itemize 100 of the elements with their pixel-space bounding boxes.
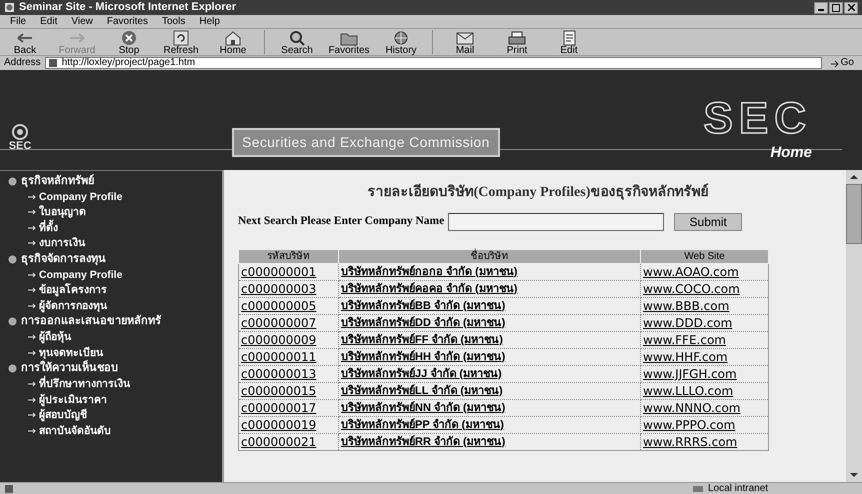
maximize-button[interactable] bbox=[829, 2, 843, 14]
close-icon bbox=[848, 4, 854, 11]
arrow-icon bbox=[28, 302, 36, 309]
table-link[interactable]: c000000021 bbox=[238, 434, 338, 450]
sidebar-link[interactable]: Company Profile bbox=[39, 192, 122, 202]
table-link[interactable]: c000000017 bbox=[238, 400, 338, 416]
column-header: Web Site bbox=[640, 250, 768, 264]
page-icon bbox=[4, 484, 14, 494]
bullet-icon bbox=[8, 176, 17, 186]
arrow-icon bbox=[28, 350, 36, 356]
toolbar-button[interactable]: Search bbox=[276, 28, 318, 56]
toolbar-button[interactable]: Home bbox=[212, 28, 254, 56]
minimize-button[interactable] bbox=[814, 2, 828, 14]
table-link[interactable]: c000000005 bbox=[238, 298, 338, 314]
menu-item[interactable]: Favorites bbox=[106, 16, 148, 26]
arrow-icon bbox=[28, 209, 36, 216]
toolbar-button[interactable]: Refresh bbox=[160, 28, 202, 56]
table-link[interactable]: บริษัทหลักทรัพย์DD จำกัด (มหาชน) bbox=[338, 314, 640, 332]
browser-icon bbox=[4, 2, 15, 13]
house-icon bbox=[223, 28, 243, 46]
table-link[interactable]: c000000001 bbox=[238, 264, 338, 280]
table-link[interactable]: บริษัทหลักทรัพย์คอคอ จำกัด (มหาชน) bbox=[338, 280, 640, 298]
sidebar-heading[interactable]: การออกและเสนอขายหลักทรั bbox=[21, 316, 161, 327]
toolbar-button[interactable]: History bbox=[380, 28, 422, 56]
arrow-icon bbox=[28, 240, 36, 246]
page-icon bbox=[48, 58, 58, 68]
sidebar-heading[interactable]: ธุรกิจหลักทรัพย์ bbox=[21, 176, 94, 186]
scrollbar[interactable] bbox=[846, 170, 862, 482]
close-button[interactable] bbox=[844, 2, 858, 14]
sidebar-heading[interactable]: ธุรกิจจัดการลงทุน bbox=[21, 254, 106, 264]
arrow-icon bbox=[830, 58, 839, 68]
address-label: Address bbox=[4, 58, 41, 68]
window-title: Seminar Site - Microsoft Internet Explorer bbox=[19, 2, 236, 13]
sidebar-link[interactable]: ใบอนุญาต bbox=[39, 207, 86, 218]
sidebar-link[interactable]: สถาบันจัดอันดับ bbox=[39, 426, 111, 436]
table-link[interactable]: บริษัทหลักทรัพย์FF จำกัด (มหาชน) bbox=[338, 332, 640, 348]
table-link[interactable]: c000000003 bbox=[238, 280, 338, 298]
toolbar-button[interactable]: Favorites bbox=[328, 28, 370, 56]
arrow-icon bbox=[28, 428, 36, 434]
toolbar-button[interactable]: Back bbox=[4, 28, 46, 56]
arrow-icon bbox=[28, 412, 36, 418]
menu-item[interactable]: Tools bbox=[162, 16, 186, 26]
address-field[interactable]: http://loxley/project/page1.htm bbox=[44, 57, 822, 69]
arrow-icon bbox=[28, 287, 36, 294]
page-heading: รายละเอียดบริษัท(Company Profiles)ของธุรกิจหลักทรัพย์ bbox=[366, 182, 710, 202]
table-link[interactable]: บริษัทหลักทรัพย์LL จำกัด (มหาชน) bbox=[338, 382, 640, 400]
arrow-icon bbox=[28, 272, 36, 278]
submit-button[interactable]: Submit bbox=[674, 213, 742, 231]
sidebar-link[interactable]: งบการเงิน bbox=[39, 238, 85, 248]
home-link[interactable]: Home bbox=[770, 145, 812, 160]
sidebar-link[interactable]: ผู้ถือหุ้น bbox=[39, 332, 71, 342]
sidebar-link[interactable]: ทุนจดทะเบียน bbox=[39, 348, 103, 358]
menu-item[interactable]: File bbox=[10, 16, 26, 26]
search-label: Next Search Please Enter Company Name bbox=[238, 214, 444, 230]
go-button[interactable]: Go bbox=[826, 58, 858, 68]
sidebar-link[interactable]: ข้อมูลโครงการ bbox=[39, 285, 107, 296]
menu-item[interactable]: Edit bbox=[40, 16, 58, 26]
zone-label: Local intranet bbox=[708, 484, 770, 494]
arrow-icon bbox=[28, 381, 36, 388]
table-link[interactable]: บริษัทหลักทรัพย์JJ จำกัด (มหาชน) bbox=[338, 366, 640, 382]
arrow-icon bbox=[28, 334, 36, 340]
arrow-icon bbox=[28, 224, 36, 231]
sidebar-link[interactable]: ผู้จัดการกองทุน bbox=[39, 300, 107, 311]
printer-icon bbox=[507, 28, 527, 46]
table-link[interactable]: c000000015 bbox=[238, 382, 338, 400]
network-icon bbox=[692, 484, 704, 494]
table-link[interactable]: บริษัทหลักทรัพย์PP จำกัด (มหาชน) bbox=[338, 416, 640, 434]
bullet-icon bbox=[8, 317, 17, 326]
table-link[interactable]: บริษัทหลักทรัพย์กอกอ จำกัด (มหาชน) bbox=[338, 264, 640, 280]
refresh-icon bbox=[171, 28, 191, 46]
bullet-icon bbox=[8, 254, 17, 264]
table-link[interactable]: บริษัทหลักทรัพย์RR จำกัด (มหาชน) bbox=[338, 434, 640, 450]
sidebar-link[interactable]: ผู้สอบบัญชี bbox=[39, 410, 87, 420]
table-link[interactable]: c000000019 bbox=[238, 416, 338, 434]
table-link[interactable]: บริษัทหลักทรัพย์NN จำกัด (มหาชน) bbox=[338, 400, 640, 416]
sidebar-link[interactable]: Company Profile bbox=[39, 270, 122, 280]
table-link[interactable]: บริษัทหลักทรัพย์HH จำกัด (มหาชน) bbox=[338, 348, 640, 366]
scroll-thumb[interactable] bbox=[846, 184, 862, 244]
tagline-box: Securities and Exchange Commission bbox=[232, 128, 500, 157]
minimize-icon bbox=[818, 8, 824, 10]
menu-item[interactable]: View bbox=[71, 16, 93, 26]
table-link[interactable]: c000000011 bbox=[238, 348, 338, 366]
table-link[interactable]: บริษัทหลักทรัพย์BB จำกัด (มหาชน) bbox=[338, 298, 640, 314]
column-header: ชื่อบริษัท bbox=[338, 250, 640, 264]
arrow-icon bbox=[28, 194, 36, 200]
table-link[interactable]: c000000009 bbox=[238, 332, 338, 348]
sec-logo: SEC bbox=[704, 97, 812, 141]
toolbar-button[interactable]: Edit bbox=[548, 28, 590, 56]
toolbar-button[interactable]: Print bbox=[496, 28, 538, 56]
table-link[interactable]: c000000007 bbox=[238, 314, 338, 332]
arrow-icon bbox=[28, 396, 36, 403]
sidebar-link[interactable]: ผู้ประเมินราคา bbox=[39, 394, 107, 405]
toolbar-button[interactable]: Mail bbox=[444, 28, 486, 56]
column-header: รหัสบริษัท bbox=[238, 250, 338, 264]
search-field[interactable] bbox=[448, 213, 664, 231]
table-link[interactable]: c000000013 bbox=[238, 366, 338, 382]
menu-item[interactable]: Help bbox=[199, 16, 220, 26]
toolbar-button[interactable]: Stop bbox=[108, 28, 150, 56]
logo-text: SEC bbox=[8, 141, 32, 152]
maximize-icon bbox=[832, 4, 840, 12]
